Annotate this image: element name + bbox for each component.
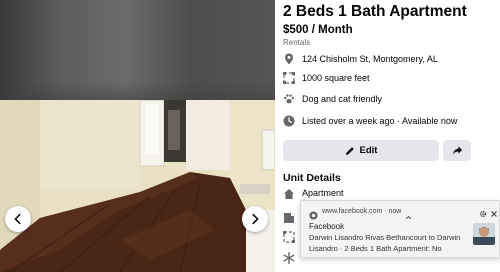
notification-message-line: Darwin Lisandro Rivas Bethancourt to Dar… bbox=[309, 233, 461, 242]
pets-row: Dog and cat friendly bbox=[283, 92, 382, 106]
clock-icon bbox=[283, 115, 295, 127]
size-row: 1000 square feet bbox=[283, 71, 370, 85]
listed-row: Listed over a week ago · Available now bbox=[283, 114, 457, 128]
edit-button-label: Edit bbox=[359, 145, 378, 156]
gear-icon[interactable] bbox=[479, 205, 487, 218]
blurred-photo-preview bbox=[0, 0, 275, 100]
sender-avatar bbox=[473, 223, 495, 245]
listing-title: 2 Beds 1 Bath Apartment bbox=[283, 3, 467, 20]
listing-listed-time: Listed over a week ago · Available now bbox=[302, 116, 458, 126]
photo-viewer bbox=[0, 0, 275, 272]
chrome-icon bbox=[309, 207, 318, 220]
building-icon bbox=[283, 210, 295, 223]
unit-detail-item: Apartment bbox=[283, 187, 344, 199]
listing-category[interactable]: Rentals bbox=[283, 38, 310, 47]
share-arrow-icon bbox=[452, 146, 462, 155]
listing-size: 1000 square feet bbox=[302, 73, 370, 83]
browser-notification[interactable]: www.facebook.com · now Facebook Darwin L… bbox=[300, 200, 500, 258]
notification-app-name: Facebook bbox=[309, 222, 345, 231]
notification-message-line: Lisandro · 2 Beds 1 Bath Apartment: No bbox=[309, 244, 442, 253]
pencil-icon bbox=[345, 146, 354, 155]
previous-photo-button[interactable] bbox=[5, 206, 31, 232]
area-size-icon bbox=[283, 72, 295, 84]
unit-details-heading: Unit Details bbox=[283, 172, 341, 184]
chevron-up-icon[interactable] bbox=[405, 208, 412, 220]
address-row: 124 Chisholm St, Montgomery, AL bbox=[283, 52, 438, 66]
edit-button[interactable]: Edit bbox=[283, 140, 439, 161]
share-button[interactable] bbox=[443, 140, 471, 161]
notification-header: www.facebook.com · now bbox=[309, 207, 412, 220]
snowflake-icon bbox=[283, 251, 295, 265]
notification-source: www.facebook.com · now bbox=[322, 208, 402, 215]
listing-price: $500 / Month bbox=[283, 24, 353, 36]
listing-photo bbox=[0, 100, 275, 272]
area-size-icon bbox=[283, 230, 295, 243]
home-icon bbox=[283, 187, 295, 199]
close-icon[interactable] bbox=[490, 205, 498, 217]
listing-pets: Dog and cat friendly bbox=[302, 94, 383, 104]
paw-icon bbox=[283, 93, 295, 105]
listing-address: 124 Chisholm St, Montgomery, AL bbox=[302, 54, 438, 64]
unit-type: Apartment bbox=[302, 188, 344, 198]
chevron-right-icon bbox=[252, 213, 259, 225]
chevron-left-icon bbox=[14, 213, 21, 225]
next-photo-button[interactable] bbox=[242, 206, 268, 232]
location-pin-icon bbox=[283, 53, 295, 65]
